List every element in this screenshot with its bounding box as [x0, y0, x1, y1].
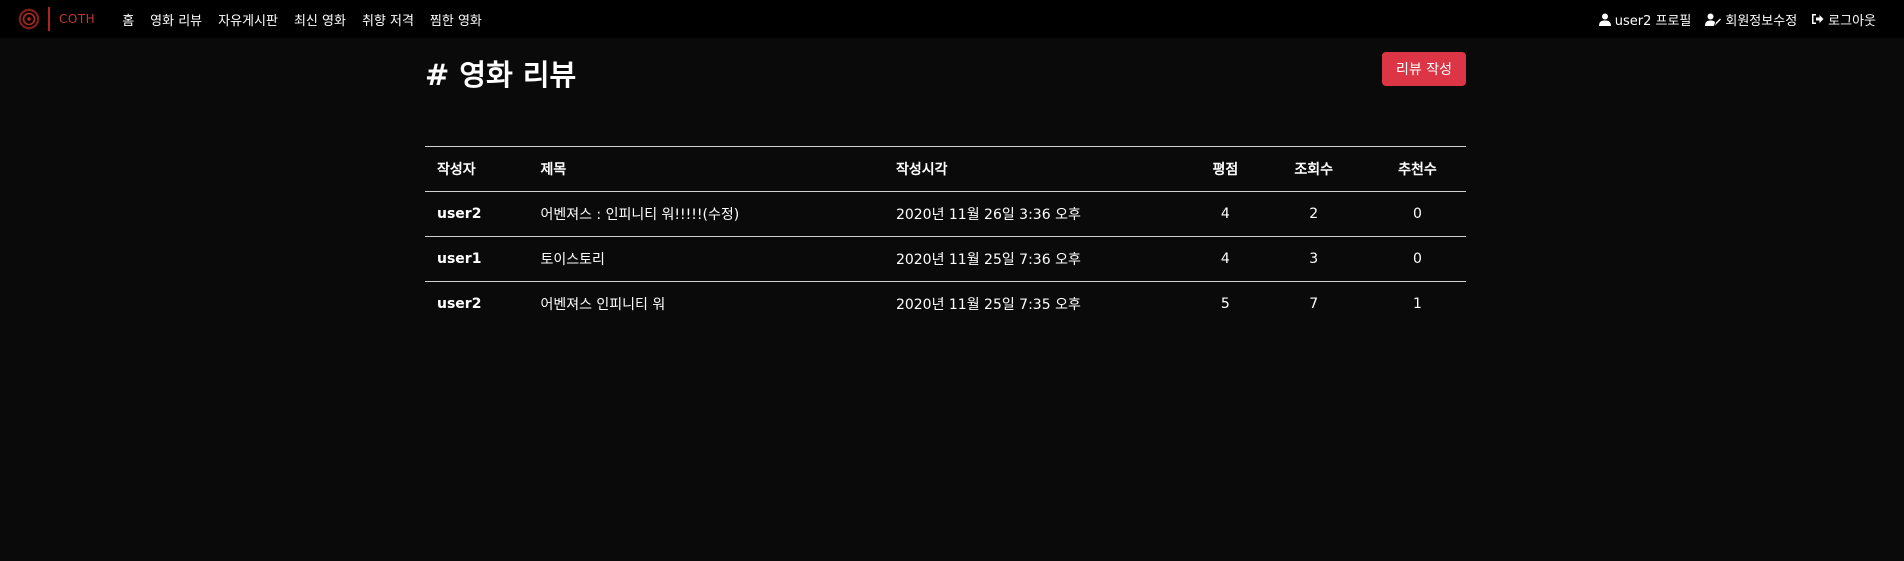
cell-views: 7 [1258, 281, 1369, 326]
cell-time: 2020년 11월 26일 3:36 오후 [895, 191, 1193, 237]
cell-author: user2 [425, 191, 541, 237]
table-header-row: 작성자 제목 작성시각 평점 조회수 추천수 [425, 146, 1466, 192]
logout-label: 로그아웃 [1828, 13, 1876, 29]
header-views: 조회수 [1258, 146, 1369, 192]
nav-latest-movies[interactable]: 최신 영화 [294, 10, 346, 29]
nav-right: user2 프로필 회원정보수정 로그아웃 [1585, 0, 1876, 38]
cell-score: 5 [1192, 281, 1259, 326]
nav-links: 홈 영화 리뷰 자유게시판 최신 영화 취향 저격 찜한 영화 [122, 10, 498, 29]
cell-title-link[interactable]: 어벤져스 : 인피니티 워!!!!!(수정) [540, 191, 896, 237]
cell-author: user1 [425, 236, 541, 282]
nav-wishlist[interactable]: 찜한 영화 [430, 10, 482, 29]
cell-author: user2 [425, 281, 541, 326]
cell-time: 2020년 11월 25일 7:35 오후 [895, 281, 1193, 326]
cell-recommend: 0 [1368, 236, 1466, 282]
brand[interactable]: COTH [18, 0, 95, 38]
top-navbar: COTH 홈 영화 리뷰 자유게시판 최신 영화 취향 저격 찜한 영화 use… [0, 0, 1904, 38]
write-review-button[interactable]: 리뷰 작성 [1382, 52, 1466, 86]
table-row[interactable]: user2 어벤져스 : 인피니티 워!!!!!(수정) 2020년 11월 2… [425, 191, 1466, 237]
cell-views: 3 [1258, 236, 1369, 282]
edit-profile-label: 회원정보수정 [1725, 13, 1798, 29]
nav-free-board[interactable]: 자유게시판 [218, 10, 278, 29]
nav-taste[interactable]: 취향 저격 [362, 10, 414, 29]
table-row[interactable]: user2 어벤져스 인피니티 워 2020년 11월 25일 7:35 오후 … [425, 281, 1466, 326]
cell-recommend: 1 [1368, 281, 1466, 326]
brand-name: COTH [59, 12, 96, 26]
cell-title-link[interactable]: 어벤져스 인피니티 워 [540, 281, 896, 326]
cell-title-link[interactable]: 토이스토리 [540, 236, 896, 282]
cell-views: 2 [1258, 191, 1369, 237]
nav-movie-review[interactable]: 영화 리뷰 [150, 10, 202, 29]
film-reel-icon [18, 8, 40, 30]
cell-recommend: 0 [1368, 191, 1466, 237]
header-author: 작성자 [425, 146, 541, 192]
brand-divider [48, 7, 50, 31]
user-edit-icon [1705, 13, 1722, 26]
table-row[interactable]: user1 토이스토리 2020년 11월 25일 7:36 오후 4 3 0 [425, 236, 1466, 282]
user-icon [1598, 13, 1611, 26]
edit-profile-link[interactable]: 회원정보수정 [1705, 10, 1797, 29]
header-time: 작성시각 [895, 146, 1193, 192]
page-title: # 영화 리뷰 [425, 58, 577, 92]
sign-out-icon [1812, 14, 1824, 24]
review-table: 작성자 제목 작성시각 평점 조회수 추천수 user2 어벤져스 : 인피니티… [425, 146, 1466, 326]
header-title: 제목 [540, 146, 896, 192]
profile-link[interactable]: user2 프로필 [1598, 10, 1692, 29]
header-recommend: 추천수 [1368, 146, 1466, 192]
cell-time: 2020년 11월 25일 7:36 오후 [895, 236, 1193, 282]
cell-score: 4 [1192, 191, 1259, 237]
cell-score: 4 [1192, 236, 1259, 282]
header-score: 평점 [1192, 146, 1259, 192]
profile-label: user2 프로필 [1614, 13, 1692, 29]
nav-home[interactable]: 홈 [122, 10, 134, 29]
logout-link[interactable]: 로그아웃 [1811, 10, 1876, 29]
